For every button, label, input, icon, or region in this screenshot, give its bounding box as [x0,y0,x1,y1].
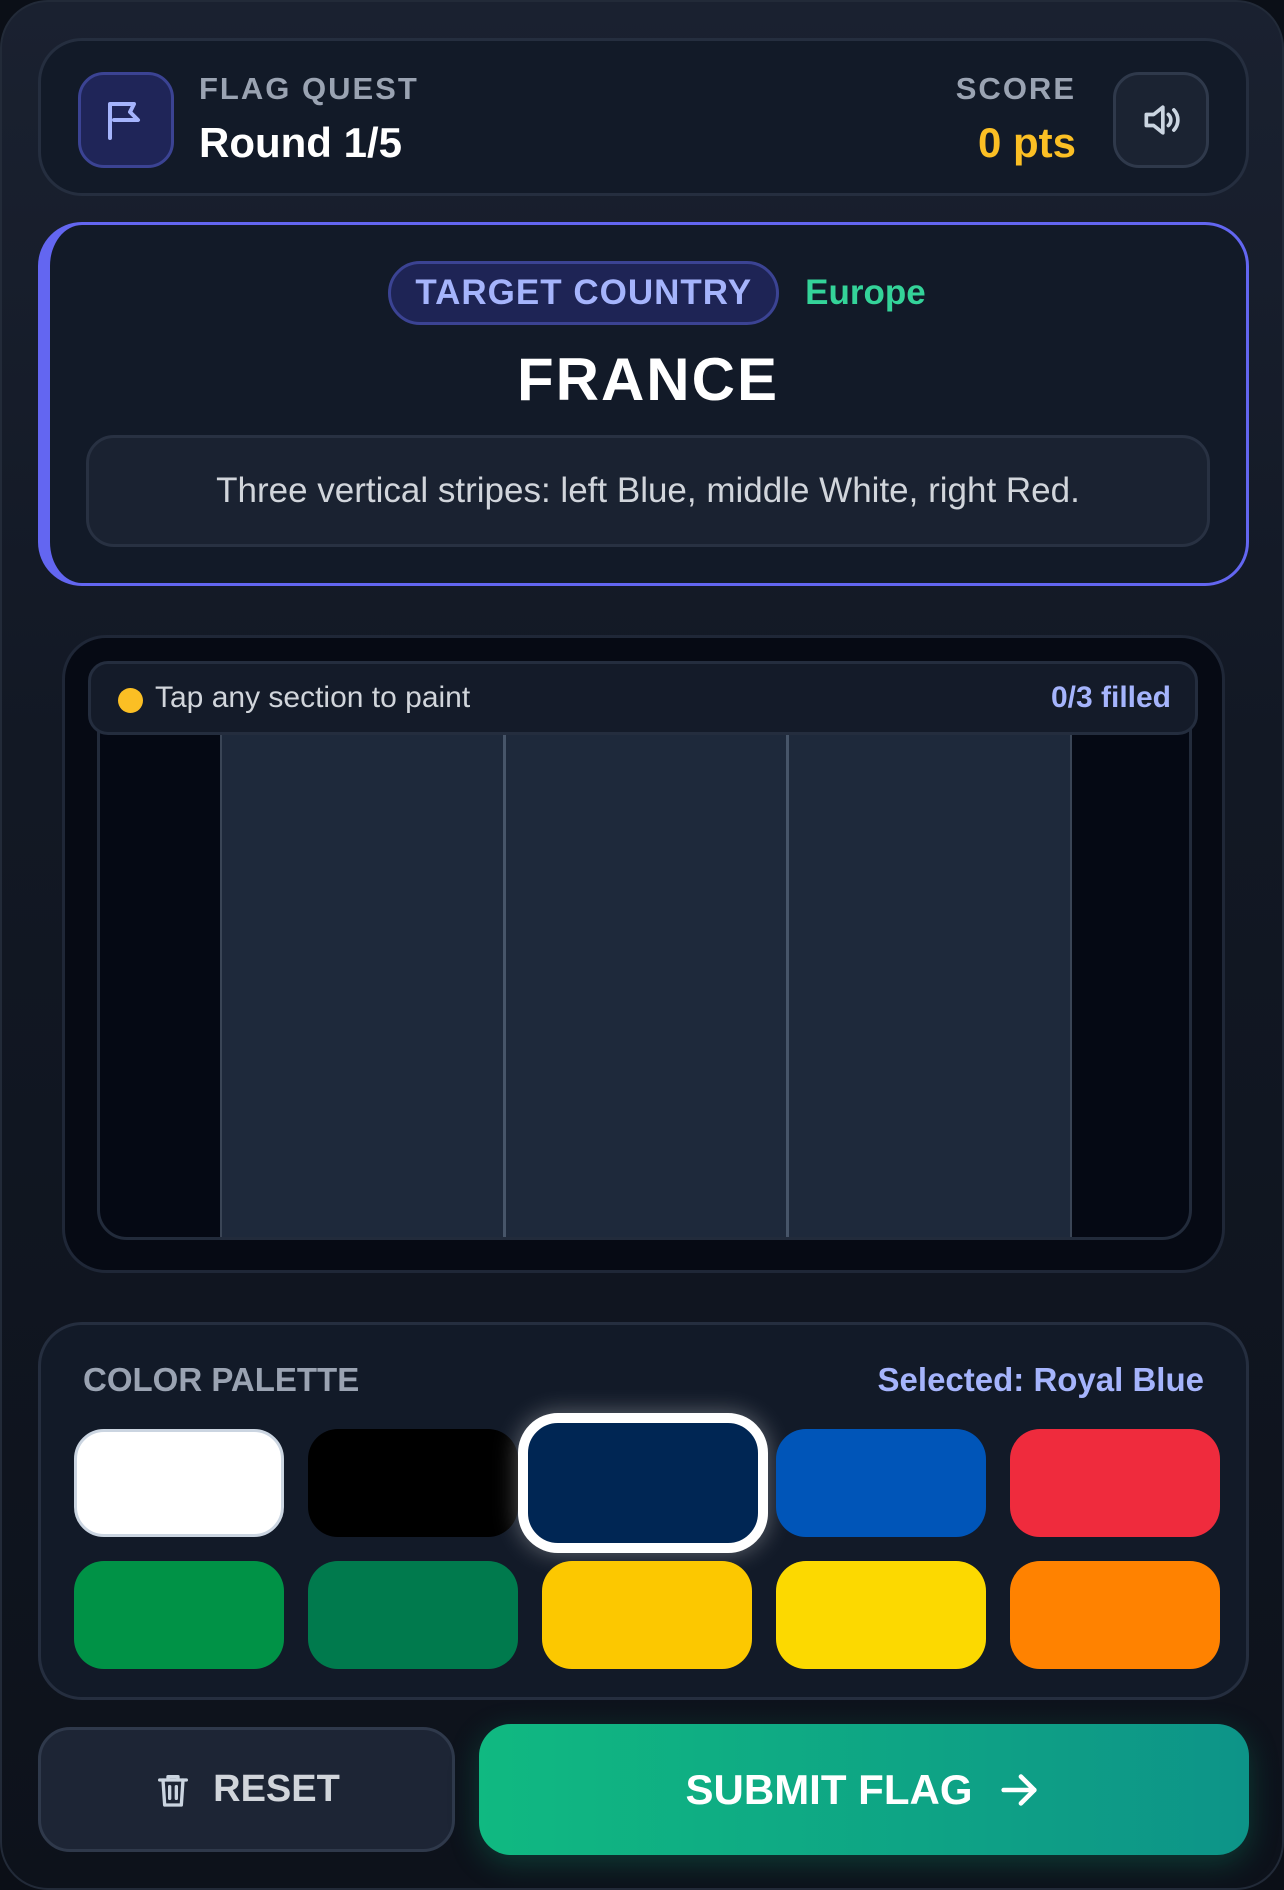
swatch-green[interactable] [74,1561,284,1669]
submit-label: SUBMIT FLAG [685,1765,973,1813]
score-label: SCORE [955,71,1076,106]
swatch-orange[interactable] [1010,1561,1220,1669]
canvas-status-bar: Tap any section to paint 0/3 filled [88,661,1198,735]
header-bar: FLAG QUEST Round 1/5 SCORE 0 pts [38,38,1249,196]
swatch-dark-green[interactable] [308,1561,518,1669]
region-label: Europe [805,273,926,312]
filled-count: 0/3 filled [1050,681,1171,714]
target-country-chip: TARGET COUNTRY [388,261,780,325]
palette-title: COLOR PALETTE [83,1361,360,1398]
flag-hint: Three vertical stripes: left Blue, middl… [86,435,1210,547]
target-card: TARGET COUNTRY Europe FRANCE Three verti… [38,222,1249,586]
swatch-yellow[interactable] [776,1561,986,1669]
reset-button[interactable]: RESET [38,1727,455,1852]
status-text: Tap any section to paint [155,681,471,714]
speaker-icon [1144,105,1180,135]
score-value: 0 pts [977,119,1076,166]
app-container: FLAG QUEST Round 1/5 SCORE 0 pts TARGET … [0,0,1284,1890]
middle-stripe[interactable] [505,713,790,1237]
swatch-gold[interactable] [542,1561,752,1669]
arrow-right-icon [1001,1773,1038,1806]
color-palette: COLOR PALETTE Selected: Royal Blue [38,1322,1249,1700]
status-dot [118,688,143,713]
canvas-frame [97,670,1192,1240]
reset-label: RESET [213,1768,340,1810]
round-indicator: Round 1/5 [199,119,403,166]
selected-color-label: Selected: Royal Blue [877,1361,1204,1398]
right-stripe[interactable] [789,713,1071,1237]
flag-button[interactable] [78,72,174,168]
sound-button[interactable] [1113,72,1209,168]
country-name: FRANCE [517,346,779,413]
submit-flag-button[interactable]: SUBMIT FLAG [479,1724,1249,1855]
left-stripe[interactable] [222,713,506,1237]
trash-icon [158,1774,189,1807]
swatch-red[interactable] [1010,1429,1220,1537]
game-title: FLAG QUEST [199,71,419,106]
swatch-royal-blue[interactable] [776,1429,986,1537]
swatch-white[interactable] [74,1429,284,1537]
swatch-navy-blue[interactable] [518,1413,768,1553]
flag-icon [108,102,140,140]
swatch-black[interactable] [308,1429,518,1537]
target-row: TARGET COUNTRY Europe [50,261,1246,325]
flag-drawing-area [220,713,1072,1237]
